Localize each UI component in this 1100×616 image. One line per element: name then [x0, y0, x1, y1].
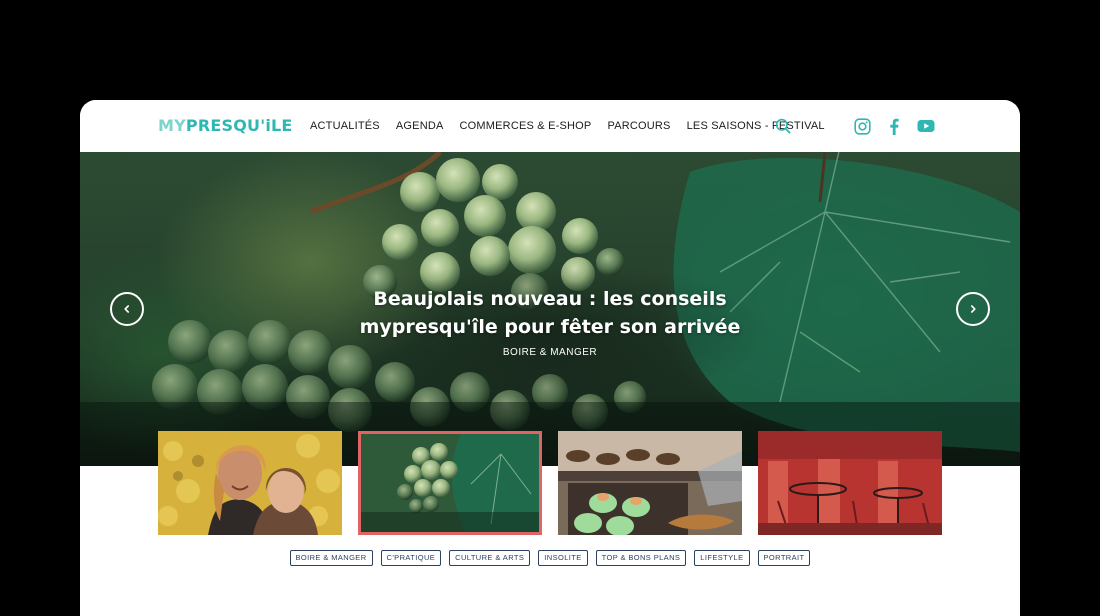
- hero-title[interactable]: Beaujolais nouveau : les conseils mypres…: [310, 285, 790, 341]
- category-tags: BOIRE & MANGER C'PRATIQUE CULTURE & ARTS…: [80, 550, 1020, 566]
- hero-category[interactable]: BOIRE & MANGER: [450, 347, 650, 358]
- hero-title-line-2: mypresqu'île pour fêter son arrivée: [359, 316, 741, 338]
- main-nav: ACTUALITÉS AGENDA COMMERCES & E-SHOP PAR…: [310, 100, 825, 152]
- facebook-icon[interactable]: [885, 117, 903, 135]
- thumbnail-pastries[interactable]: [558, 431, 742, 535]
- tag-cpratique[interactable]: C'PRATIQUE: [380, 550, 442, 566]
- tag-insolite[interactable]: INSOLITE: [538, 550, 588, 566]
- thumbnail-women[interactable]: [158, 431, 342, 535]
- search-icon[interactable]: [775, 118, 791, 134]
- social-links: [853, 117, 935, 135]
- browser-window: MYPRESQU'iLE ACTUALITÉS AGENDA COMMERCES…: [80, 100, 1020, 616]
- thumbnail-image-pastries: [558, 431, 742, 535]
- tag-boire-manger[interactable]: BOIRE & MANGER: [289, 550, 373, 566]
- hero-title-line-1: Beaujolais nouveau : les conseils: [373, 288, 727, 310]
- slider-thumbnails: [158, 431, 942, 535]
- nav-item-saisons-festival[interactable]: LES SAISONS - FESTIVAL: [687, 120, 825, 132]
- logo-part-my: MY: [158, 116, 186, 135]
- thumbnail-image-terrace: [758, 431, 942, 535]
- chevron-right-icon: [971, 305, 976, 313]
- slider-prev-button[interactable]: [110, 292, 144, 326]
- youtube-icon[interactable]: [917, 117, 935, 135]
- instagram-icon[interactable]: [853, 117, 871, 135]
- chevron-left-icon: [124, 305, 129, 313]
- site-logo[interactable]: MYPRESQU'iLE: [158, 116, 293, 136]
- tag-portrait[interactable]: PORTRAIT: [757, 550, 811, 566]
- thumbnail-grapes-active[interactable]: [358, 431, 542, 535]
- tag-lifestyle[interactable]: LIFESTYLE: [694, 550, 750, 566]
- nav-item-agenda[interactable]: AGENDA: [396, 120, 444, 132]
- site-header: MYPRESQU'iLE ACTUALITÉS AGENDA COMMERCES…: [80, 100, 1020, 152]
- nav-item-commerces[interactable]: COMMERCES & E-SHOP: [460, 120, 592, 132]
- thumbnail-image-grapes: [361, 434, 539, 532]
- thumbnail-image-women: [158, 431, 342, 535]
- hero-slider: Beaujolais nouveau : les conseils mypres…: [80, 152, 1020, 466]
- tag-culture-arts[interactable]: CULTURE & ARTS: [449, 550, 531, 566]
- logo-part-presquile: PRESQU'iLE: [185, 116, 293, 135]
- nav-item-actualites[interactable]: ACTUALITÉS: [310, 120, 380, 132]
- nav-item-parcours[interactable]: PARCOURS: [607, 120, 670, 132]
- tag-top-bons-plans[interactable]: TOP & BONS PLANS: [595, 550, 687, 566]
- thumbnail-terrace[interactable]: [758, 431, 942, 535]
- slider-next-button[interactable]: [956, 292, 990, 326]
